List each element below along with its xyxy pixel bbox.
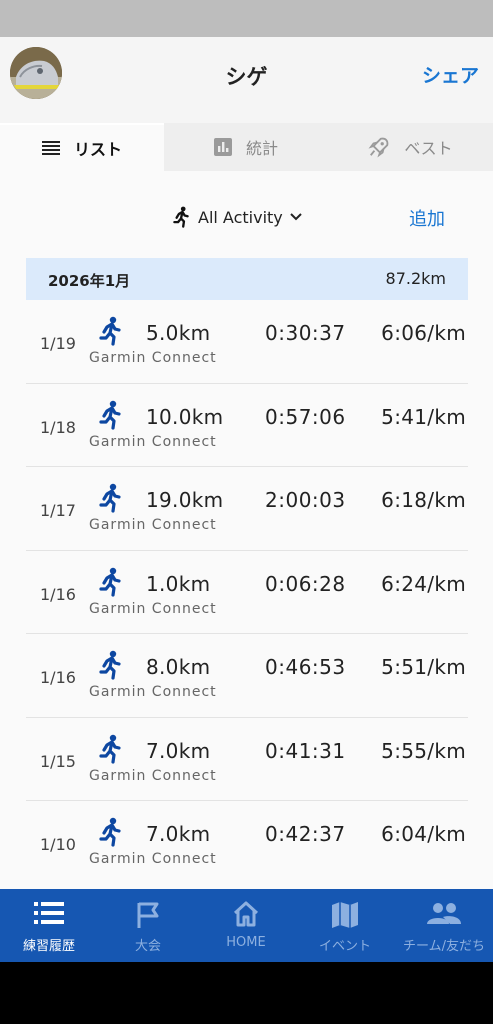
activity-distance: 7.0km [146, 822, 211, 846]
runner-icon [98, 316, 122, 350]
activity-source: Garmin Connect [89, 433, 217, 450]
activity-row[interactable]: 1/18 10.0km Garmin Connect 0:57:06 5:41/… [26, 384, 468, 467]
activity-distance: 5.0km [146, 321, 211, 345]
nav-label: HOME [226, 935, 266, 950]
rocket-icon [368, 136, 390, 158]
tab-stats-label: 統計 [245, 139, 278, 158]
activity-row[interactable]: 1/16 8.0km Garmin Connect 0:46:53 5:51/k… [26, 634, 468, 718]
share-button[interactable]: シェア [422, 61, 479, 88]
bottom-nav: 練習履歴 大会 HOME イベント チーム/友だち [0, 889, 493, 962]
chevron-down-icon [289, 212, 303, 222]
activity-pace: 5:41/km [381, 404, 466, 429]
activity-source: Garmin Connect [89, 600, 217, 617]
activity-date: 1/19 [40, 334, 76, 353]
activity-date: 1/15 [40, 751, 76, 771]
nav-training-history[interactable]: 練習履歴 [0, 889, 98, 962]
nav-label: 大会 [134, 939, 161, 954]
tab-list[interactable]: リスト [0, 123, 164, 171]
activity-date: 1/10 [40, 835, 76, 854]
bar-chart-icon [213, 138, 232, 156]
nav-races[interactable]: 大会 [99, 889, 197, 962]
tab-stats[interactable]: 統計 [164, 123, 328, 171]
activity-distance: 8.0km [146, 655, 211, 679]
activity-source: Garmin Connect [89, 851, 217, 867]
home-icon [197, 901, 295, 927]
nav-team-friends[interactable]: チーム/友だち [395, 889, 493, 962]
nav-home[interactable]: HOME [197, 889, 295, 962]
nav-label: 練習履歴 [22, 939, 75, 954]
activity-date: 1/17 [40, 501, 76, 520]
activity-row[interactable]: 1/19 5.0km Garmin Connect 0:30:37 6:06/k… [26, 300, 468, 384]
month-label: 2026年1月 [48, 272, 131, 290]
add-activity-button[interactable]: 追加 [409, 205, 445, 231]
activity-time: 0:41:31 [265, 738, 346, 763]
nav-label: チーム/友だち [403, 939, 485, 954]
runner-icon [98, 567, 122, 601]
activity-date: 1/16 [40, 584, 76, 604]
activity-date: 1/16 [40, 668, 76, 687]
list-icon [0, 901, 98, 925]
page-title: シゲ [225, 65, 268, 89]
activity-source: Garmin Connect [89, 350, 217, 366]
activity-time: 0:57:06 [265, 404, 346, 429]
list-icon [41, 141, 60, 155]
runner-icon [98, 817, 122, 851]
runner-icon [172, 206, 190, 228]
activity-pace: 6:18/km [381, 488, 466, 512]
status-bar [0, 0, 493, 37]
activity-pace: 6:06/km [381, 321, 466, 345]
tab-best-label: ベスト [404, 139, 453, 158]
activity-source: Garmin Connect [89, 517, 217, 533]
activity-pace: 5:55/km [381, 738, 466, 763]
nav-label: イベント [318, 939, 371, 954]
activity-source: Garmin Connect [89, 684, 217, 700]
runner-icon [98, 400, 122, 434]
runner-icon [98, 734, 122, 768]
activity-time: 2:00:03 [265, 488, 346, 512]
month-total-distance: 87.2km [385, 269, 446, 288]
month-header: 2026年1月 87.2km [26, 258, 468, 300]
activity-row[interactable]: 1/16 1.0km Garmin Connect 0:06:28 6:24/k… [26, 551, 468, 634]
people-icon [395, 901, 493, 925]
activity-distance: 1.0km [146, 571, 211, 596]
activity-time: 0:06:28 [265, 571, 346, 596]
activity-date: 1/18 [40, 417, 76, 437]
activity-row[interactable]: 1/15 7.0km Garmin Connect 0:41:31 5:55/k… [26, 718, 468, 801]
header: シゲ シェア [0, 37, 493, 123]
runner-icon [98, 650, 122, 684]
system-nav-area [0, 962, 493, 1024]
activity-distance: 10.0km [146, 404, 224, 429]
activity-time: 0:46:53 [265, 655, 346, 679]
activity-list: 1/19 5.0km Garmin Connect 0:30:37 6:06/k… [26, 300, 468, 885]
tab-bar: リスト 統計 ベスト [0, 123, 493, 171]
activity-time: 0:30:37 [265, 321, 346, 345]
flag-icon [99, 901, 197, 929]
activity-time: 0:42:37 [265, 822, 346, 846]
tab-list-label: リスト [73, 140, 122, 159]
activity-distance: 19.0km [146, 488, 224, 512]
activity-row[interactable]: 1/17 19.0km Garmin Connect 2:00:03 6:18/… [26, 467, 468, 551]
runner-icon [98, 483, 122, 517]
map-icon [296, 901, 394, 929]
nav-events[interactable]: イベント [296, 889, 394, 962]
activity-row[interactable]: 1/10 7.0km Garmin Connect 0:42:37 6:04/k… [26, 801, 468, 885]
activity-pace: 6:04/km [381, 822, 466, 846]
activity-distance: 7.0km [146, 738, 211, 763]
activity-pace: 6:24/km [381, 571, 466, 596]
activity-source: Garmin Connect [89, 767, 217, 784]
activity-filter-label: All Activity [198, 207, 283, 227]
app-screen: シゲ シェア リスト 統計 ベスト All Activity 追加 2026年1… [0, 37, 493, 962]
activity-pace: 5:51/km [381, 655, 466, 679]
tab-best[interactable]: ベスト [328, 123, 493, 171]
activity-filter-dropdown[interactable]: All Activity [172, 205, 303, 229]
